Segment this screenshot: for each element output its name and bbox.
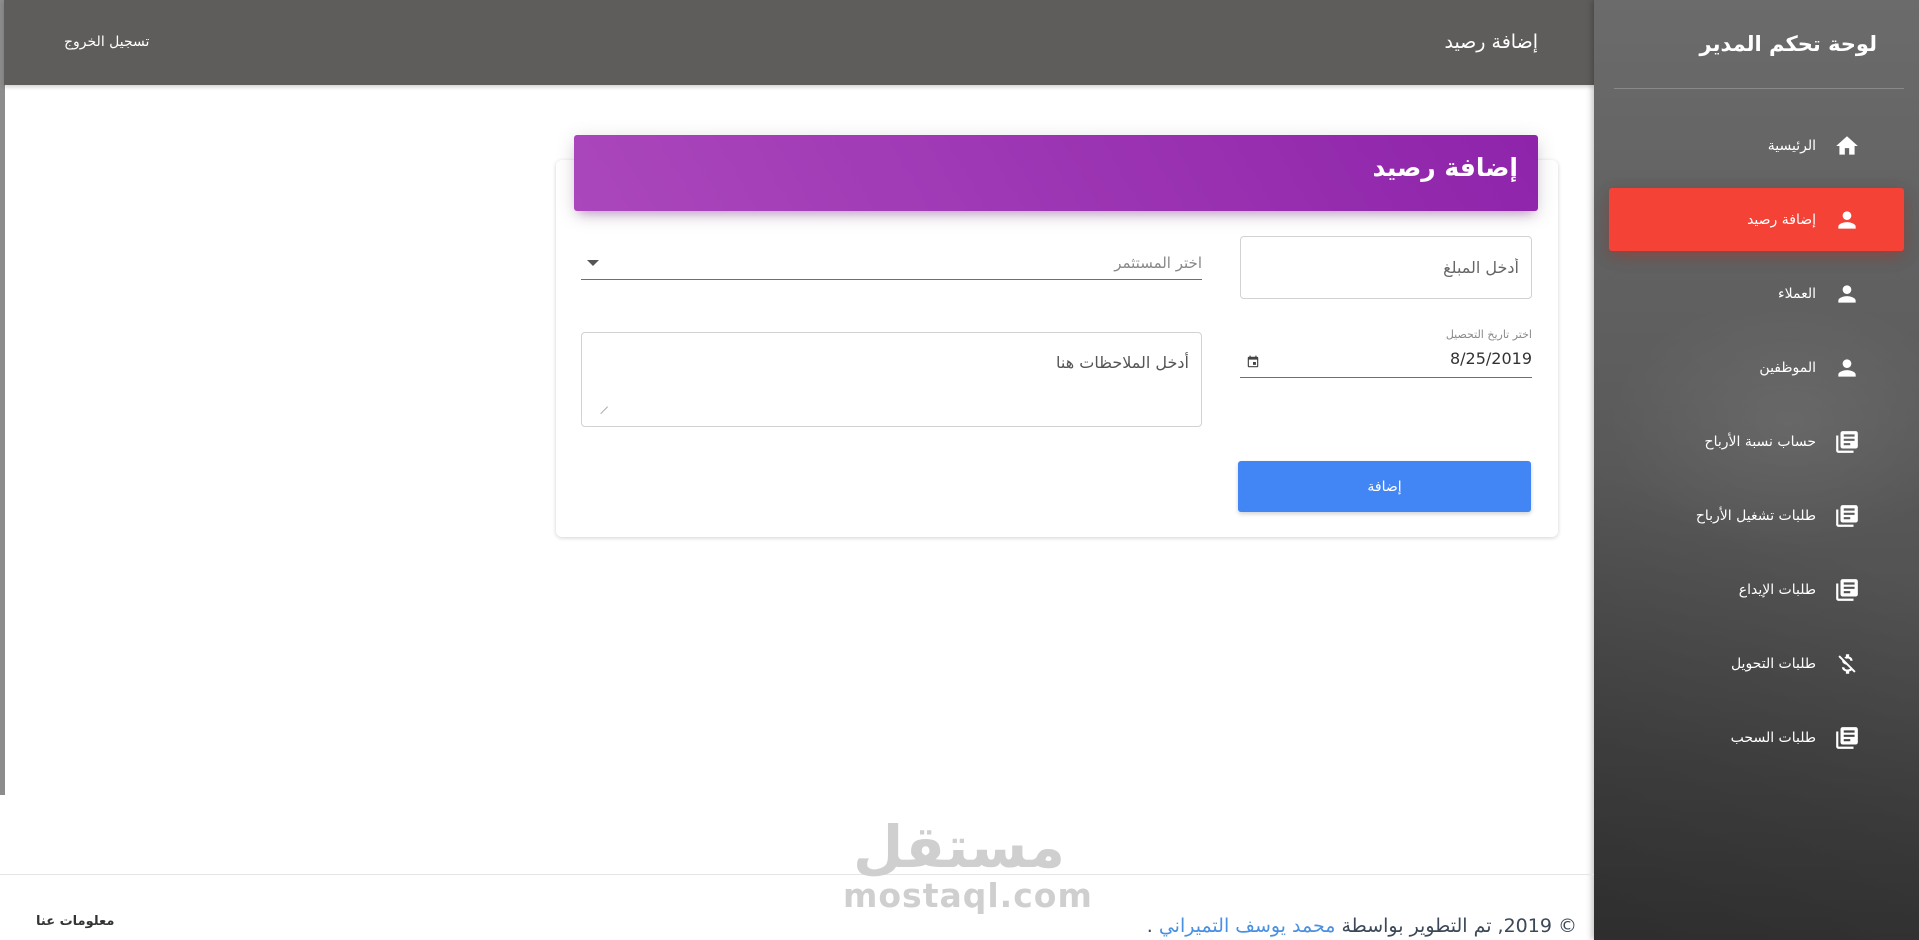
library-books-icon xyxy=(1832,427,1862,457)
brand-divider xyxy=(1614,88,1904,89)
sidebar-item-withdraw-requests[interactable]: طلبات السحب xyxy=(1609,706,1904,769)
home-icon xyxy=(1832,131,1862,161)
submit-button[interactable]: إضافة xyxy=(1238,461,1531,512)
sidebar-item-label: طلبات السحب xyxy=(1730,729,1816,746)
notes-field-wrapper xyxy=(581,332,1202,427)
sidebar-item-add-balance[interactable]: إضافة رصيد xyxy=(1609,188,1904,251)
admin-page: إضافة رصيد تسجيل الخروج لوحة تحكم المدير… xyxy=(0,0,1919,940)
sidebar-item-label: حساب نسبة الأرباح xyxy=(1704,433,1816,450)
caret-down-icon xyxy=(587,260,599,266)
calendar-icon[interactable] xyxy=(1246,354,1260,368)
sidebar-item-home[interactable]: الرئيسية xyxy=(1609,114,1904,177)
recipient-select[interactable]: اختر المستثمر xyxy=(581,250,1202,280)
sidebar-item-profit-calc[interactable]: حساب نسبة الأرباح xyxy=(1609,410,1904,473)
footer-divider xyxy=(0,874,1594,875)
sidebar: لوحة تحكم المدير الرئيسية إضافة رصيد الع… xyxy=(1594,0,1919,940)
copyright-prefix: © 2019, تم التطوير بواسطة xyxy=(1341,915,1577,937)
amount-field-wrapper xyxy=(1240,236,1532,299)
library-books-icon xyxy=(1832,575,1862,605)
sidebar-item-customers[interactable]: العملاء xyxy=(1609,262,1904,325)
sidebar-item-label: طلبات تشغيل الأرباح xyxy=(1695,507,1816,524)
watermark-latin: mostaql.com xyxy=(843,876,1093,915)
money-off-icon xyxy=(1832,649,1862,679)
sidebar-item-label: طلبات التحويل xyxy=(1730,655,1816,672)
left-edge-bar xyxy=(0,0,5,795)
page-title: إضافة رصيد xyxy=(1444,31,1538,53)
card-header: إضافة رصيد xyxy=(574,135,1538,211)
date-value: 8/25/2019 xyxy=(1449,349,1532,368)
person-icon xyxy=(1832,353,1862,383)
library-books-icon xyxy=(1832,501,1862,531)
date-field-label: اختر تاريخ التحصيل xyxy=(1445,328,1532,341)
amount-input[interactable] xyxy=(1241,237,1531,298)
card-title: إضافة رصيد xyxy=(1372,153,1518,182)
sidebar-nav: الرئيسية إضافة رصيد العملاء الموظفين حسا… xyxy=(1594,114,1919,780)
author-link[interactable]: محمد يوسف التميراني xyxy=(1159,915,1336,937)
sidebar-item-profit-requests[interactable]: طلبات تشغيل الأرباح xyxy=(1609,484,1904,547)
person-icon xyxy=(1832,279,1862,309)
logout-link[interactable]: تسجيل الخروج xyxy=(64,34,149,50)
sidebar-item-employees[interactable]: الموظفين xyxy=(1609,336,1904,399)
sidebar-item-deposit-requests[interactable]: طلبات الإيداع xyxy=(1609,558,1904,621)
copyright-suffix: . xyxy=(1146,915,1153,937)
brand-title[interactable]: لوحة تحكم المدير xyxy=(1624,28,1889,88)
about-us-link[interactable]: معلومات عنا xyxy=(36,914,114,929)
watermark-logo: مستقل mostaql.com xyxy=(843,813,1093,915)
sidebar-item-label: العملاء xyxy=(1778,285,1816,302)
sidebar-item-label: إضافة رصيد xyxy=(1747,211,1816,228)
library-books-icon xyxy=(1832,723,1862,753)
top-navbar: إضافة رصيد تسجيل الخروج xyxy=(4,0,1594,85)
notes-textarea[interactable] xyxy=(582,333,1201,426)
sidebar-item-label: الرئيسية xyxy=(1767,137,1816,154)
copyright-text: © 2019, تم التطوير بواسطة محمد يوسف التم… xyxy=(1147,915,1577,937)
sidebar-item-transfer-requests[interactable]: طلبات التحويل xyxy=(1609,632,1904,695)
person-icon xyxy=(1832,205,1862,235)
sidebar-item-label: الموظفين xyxy=(1759,359,1816,376)
sidebar-item-label: طلبات الإيداع xyxy=(1738,581,1816,598)
watermark-arabic: مستقل xyxy=(852,813,1066,881)
collection-date-input[interactable]: 8/25/2019 xyxy=(1240,345,1532,378)
recipient-select-placeholder: اختر المستثمر xyxy=(1114,254,1202,272)
